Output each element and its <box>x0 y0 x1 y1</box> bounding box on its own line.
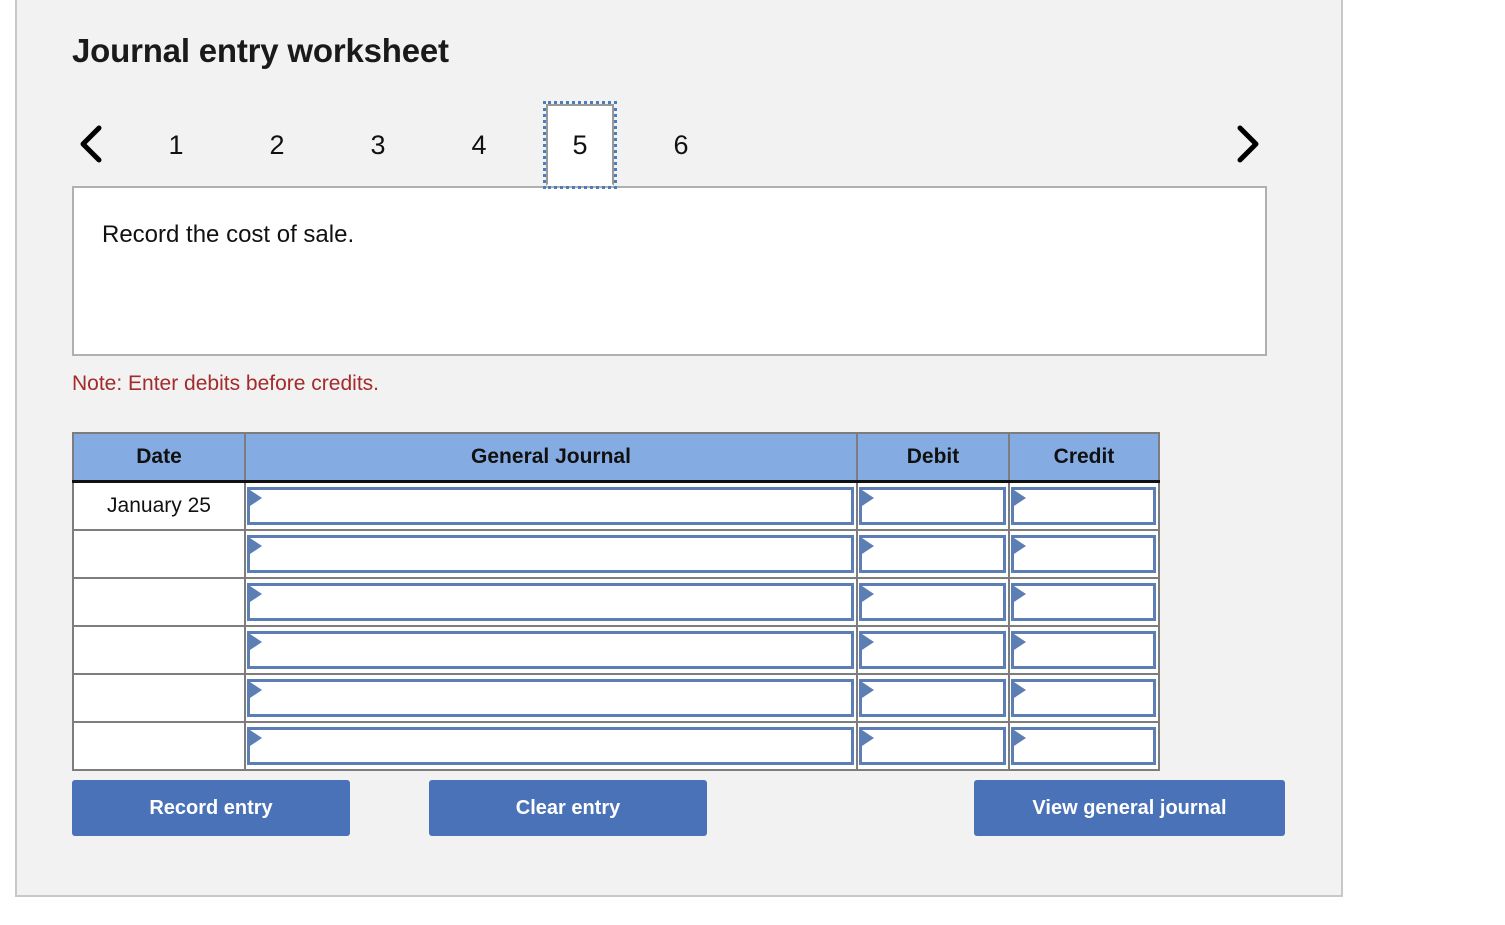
column-header-general-journal: General Journal <box>244 432 858 483</box>
debit-cell-6 <box>856 721 1010 771</box>
account-cell-1 <box>244 480 858 531</box>
debit-input-5[interactable] <box>859 679 1006 717</box>
table-row <box>72 721 1160 771</box>
chevron-right-icon[interactable] <box>1227 120 1267 168</box>
debit-cell-1 <box>856 480 1010 531</box>
account-select-4[interactable] <box>247 631 854 669</box>
column-header-credit: Credit <box>1008 432 1160 483</box>
column-header-date: Date <box>72 432 246 483</box>
account-select-6[interactable] <box>247 727 854 765</box>
worksheet-panel: Journal entry worksheet 1 2 3 4 5 6 Reco… <box>15 0 1343 897</box>
dropdown-marker-icon <box>250 538 262 554</box>
account-select-2[interactable] <box>247 535 854 573</box>
credit-cell-4 <box>1008 625 1160 675</box>
transaction-prompt-text: Record the cost of sale. <box>102 221 355 248</box>
journal-entry-table: Date General Journal Debit Credit Januar… <box>72 432 1160 771</box>
dropdown-marker-icon <box>250 682 262 698</box>
clear-entry-button[interactable]: Clear entry <box>429 780 707 836</box>
entry-tab-strip: 1 2 3 4 5 6 <box>72 101 1267 189</box>
debits-before-credits-note: Note: Enter debits before credits. <box>72 372 379 395</box>
dropdown-marker-icon <box>250 586 262 602</box>
dropdown-marker-icon <box>1014 586 1026 602</box>
account-select-3[interactable] <box>247 583 854 621</box>
account-cell-2 <box>244 529 858 579</box>
credit-cell-1 <box>1008 480 1160 531</box>
date-cell-3[interactable] <box>72 577 246 627</box>
entry-tab-1[interactable]: 1 <box>142 104 210 186</box>
dropdown-marker-icon <box>862 682 874 698</box>
dropdown-marker-icon <box>862 490 874 506</box>
credit-input-3[interactable] <box>1011 583 1156 621</box>
account-cell-3 <box>244 577 858 627</box>
entry-tab-4[interactable]: 4 <box>445 104 513 186</box>
credit-input-4[interactable] <box>1011 631 1156 669</box>
dropdown-marker-icon <box>1014 682 1026 698</box>
dropdown-marker-icon <box>250 634 262 650</box>
page-title: Journal entry worksheet <box>72 32 449 69</box>
debit-input-1[interactable] <box>859 487 1006 525</box>
date-cell-5[interactable] <box>72 673 246 723</box>
debit-input-2[interactable] <box>859 535 1006 573</box>
date-cell-1[interactable]: January 25 <box>72 480 246 531</box>
debit-cell-4 <box>856 625 1010 675</box>
dropdown-marker-icon <box>250 730 262 746</box>
transaction-prompt-box: Record the cost of sale. <box>72 186 1267 356</box>
table-row: January 25 <box>72 480 1160 531</box>
dropdown-marker-icon <box>1014 538 1026 554</box>
credit-input-1[interactable] <box>1011 487 1156 525</box>
dropdown-marker-icon <box>862 538 874 554</box>
credit-cell-3 <box>1008 577 1160 627</box>
table-row <box>72 577 1160 627</box>
debit-cell-5 <box>856 673 1010 723</box>
dropdown-marker-icon <box>862 586 874 602</box>
column-header-debit: Debit <box>856 432 1010 483</box>
credit-cell-5 <box>1008 673 1160 723</box>
entry-tab-5[interactable]: 5 <box>543 101 617 189</box>
table-row <box>72 625 1160 675</box>
debit-input-6[interactable] <box>859 727 1006 765</box>
entry-tab-3[interactable]: 3 <box>344 104 412 186</box>
dropdown-marker-icon <box>862 634 874 650</box>
credit-cell-2 <box>1008 529 1160 579</box>
credit-input-6[interactable] <box>1011 727 1156 765</box>
debit-cell-3 <box>856 577 1010 627</box>
date-cell-2[interactable] <box>72 529 246 579</box>
record-entry-button[interactable]: Record entry <box>72 780 350 836</box>
account-select-1[interactable] <box>247 487 854 525</box>
dropdown-marker-icon <box>250 490 262 506</box>
account-cell-5 <box>244 673 858 723</box>
view-general-journal-button[interactable]: View general journal <box>974 780 1285 836</box>
dropdown-marker-icon <box>1014 634 1026 650</box>
table-row <box>72 673 1160 723</box>
date-cell-4[interactable] <box>72 625 246 675</box>
account-cell-4 <box>244 625 858 675</box>
chevron-left-icon[interactable] <box>72 120 112 168</box>
credit-input-2[interactable] <box>1011 535 1156 573</box>
debit-input-3[interactable] <box>859 583 1006 621</box>
dropdown-marker-icon <box>1014 490 1026 506</box>
table-header-row: Date General Journal Debit Credit <box>72 432 1160 483</box>
date-cell-6[interactable] <box>72 721 246 771</box>
credit-cell-6 <box>1008 721 1160 771</box>
account-cell-6 <box>244 721 858 771</box>
entry-tab-6[interactable]: 6 <box>647 104 715 186</box>
dropdown-marker-icon <box>1014 730 1026 746</box>
credit-input-5[interactable] <box>1011 679 1156 717</box>
table-row <box>72 529 1160 579</box>
debit-input-4[interactable] <box>859 631 1006 669</box>
account-select-5[interactable] <box>247 679 854 717</box>
debit-cell-2 <box>856 529 1010 579</box>
entry-tab-2[interactable]: 2 <box>243 104 311 186</box>
screenshot-root: Journal entry worksheet 1 2 3 4 5 6 Reco… <box>0 0 1505 925</box>
dropdown-marker-icon <box>862 730 874 746</box>
